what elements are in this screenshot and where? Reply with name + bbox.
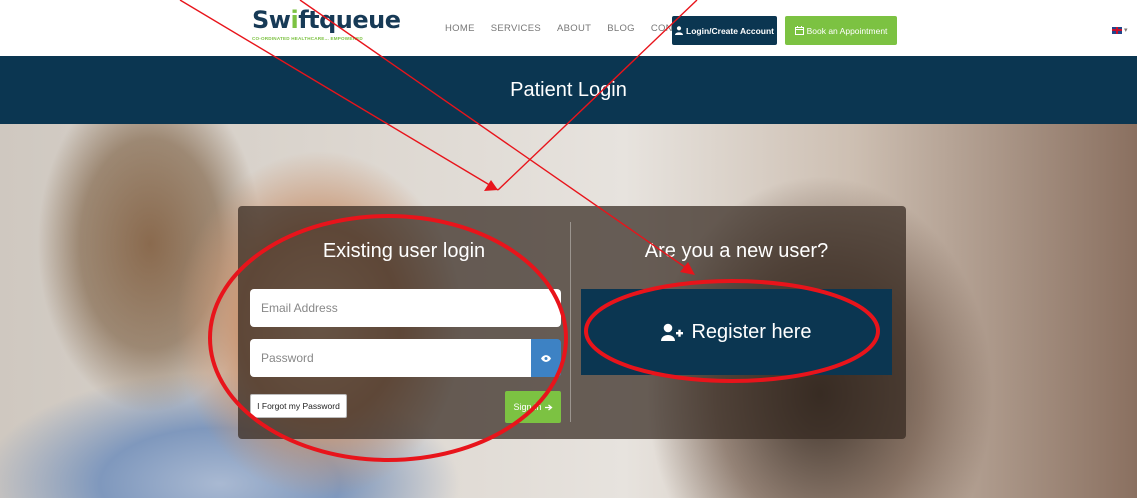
eye-icon: [541, 354, 551, 362]
login-panel: Existing user login Are you a new user? …: [238, 206, 906, 439]
existing-user-heading: Existing user login: [322, 240, 486, 262]
login-create-account-label: Login/Create Account: [686, 25, 774, 36]
register-button[interactable]: Register here: [581, 289, 892, 375]
logo-tagline: CO-ORDINATED HEALTHCARE... EMPOWERED: [252, 36, 363, 41]
show-password-button[interactable]: [531, 339, 561, 377]
calendar-icon: [794, 26, 804, 35]
logo-wordmark: Swiftqueue: [252, 6, 401, 34]
book-appointment-button[interactable]: Book an Appointment: [785, 16, 897, 45]
user-plus-icon: [661, 323, 684, 341]
flag-uk-icon: [1112, 26, 1122, 34]
page-title: Patient Login: [510, 78, 627, 101]
sign-in-button[interactable]: Sign In: [505, 391, 561, 423]
user-icon: [675, 26, 683, 35]
login-create-account-button[interactable]: Login/Create Account: [672, 16, 777, 45]
password-input[interactable]: [250, 339, 531, 377]
arrow-right-icon: [544, 404, 553, 410]
nav-blog[interactable]: BLOG: [607, 23, 635, 34]
language-selector[interactable]: ▾: [1112, 26, 1128, 34]
email-input[interactable]: [250, 289, 561, 327]
sign-in-label: Sign In: [513, 402, 542, 412]
nav-home[interactable]: HOME: [445, 23, 475, 34]
book-appointment-label: Book an Appointment: [806, 25, 888, 36]
new-user-heading: Are you a new user?: [644, 240, 829, 262]
nav-about[interactable]: ABOUT: [557, 23, 591, 34]
nav-services[interactable]: SERVICES: [491, 23, 541, 34]
site-header: Swiftqueue CO-ORDINATED HEALTHCARE... EM…: [0, 0, 1137, 56]
panel-divider: [570, 222, 571, 422]
chevron-down-icon: ▾: [1124, 27, 1128, 34]
page-title-bar: Patient Login: [0, 56, 1137, 124]
main-nav: HOME SERVICES ABOUT BLOG CONTACT: [445, 23, 698, 34]
forgot-password-button[interactable]: I Forgot my Password: [250, 394, 347, 418]
register-label: Register here: [691, 320, 812, 343]
logo[interactable]: Swiftqueue CO-ORDINATED HEALTHCARE... EM…: [252, 5, 401, 49]
